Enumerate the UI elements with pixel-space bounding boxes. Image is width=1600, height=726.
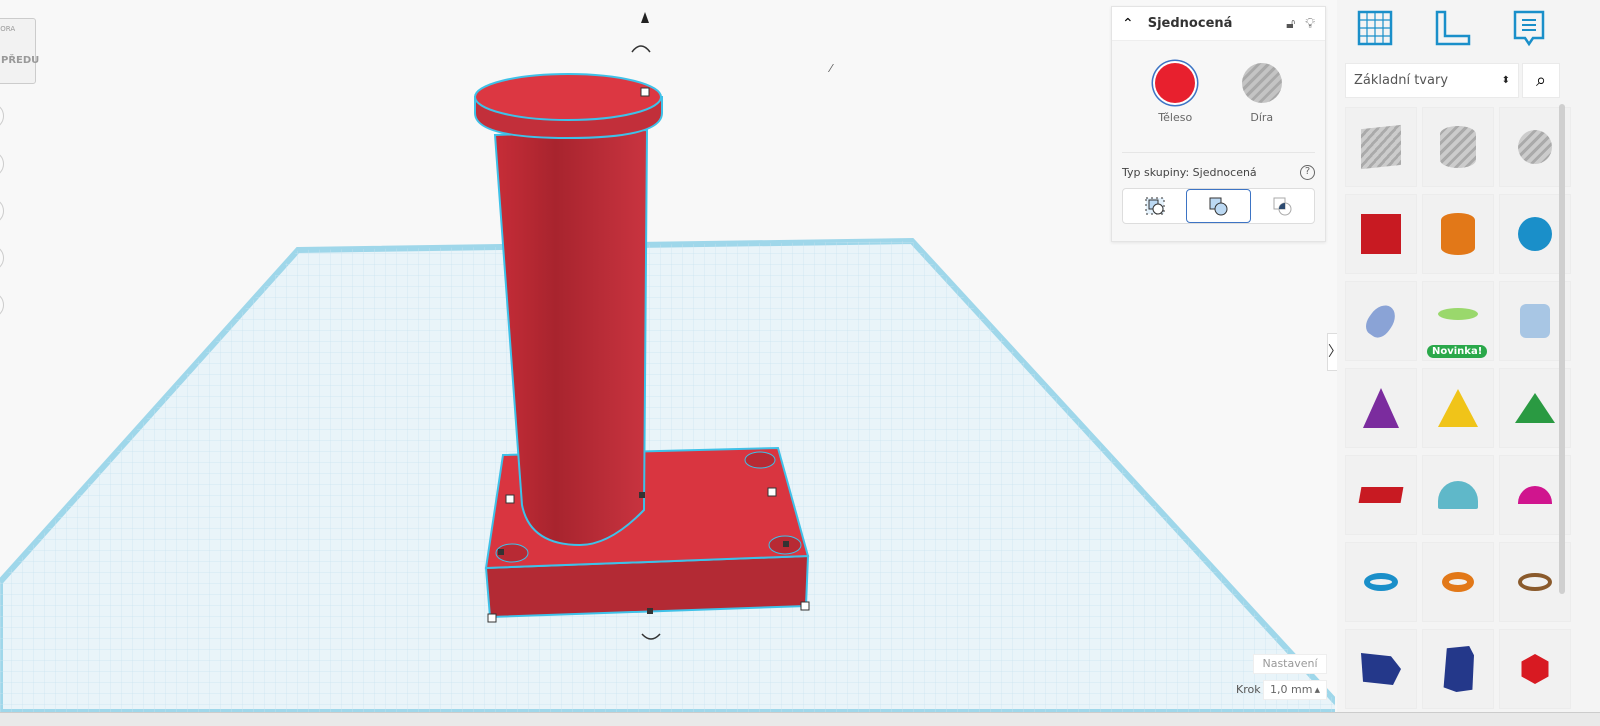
shape-new[interactable]: Novinka! bbox=[1422, 281, 1494, 361]
lock-icon[interactable]: 🔓︎ bbox=[1286, 16, 1295, 32]
new-badge: Novinka! bbox=[1427, 345, 1488, 358]
shape-grid: Novinka! bbox=[1345, 107, 1571, 709]
shape-text[interactable] bbox=[1345, 455, 1417, 535]
shape-torus[interactable] bbox=[1345, 542, 1417, 622]
search-icon: ⌕ bbox=[1535, 70, 1547, 91]
group-union-icon bbox=[1209, 197, 1227, 216]
bottom-bar bbox=[0, 712, 1600, 726]
lightbulb-icon[interactable]: 💡︎ bbox=[1305, 16, 1315, 32]
lift-arrow-icon[interactable] bbox=[641, 12, 649, 23]
shape-icosahedron[interactable] bbox=[1499, 629, 1571, 709]
shape-prism[interactable] bbox=[1422, 629, 1494, 709]
group-type-label: Typ skupiny: Sjednocená bbox=[1122, 166, 1257, 179]
rotate-handle-icon[interactable] bbox=[631, 45, 651, 53]
shape-cone[interactable] bbox=[1345, 368, 1417, 448]
shape-scribble[interactable] bbox=[1345, 281, 1417, 361]
group-intersect-icon bbox=[1273, 197, 1291, 216]
panel-scrollbar[interactable] bbox=[1559, 104, 1565, 594]
caret-up-icon: ▲ bbox=[1314, 686, 1320, 694]
shape-cylinder[interactable] bbox=[1422, 194, 1494, 274]
view-cube-top: HORA bbox=[0, 25, 16, 33]
help-icon[interactable]: ? bbox=[1300, 165, 1315, 180]
group-separate-icon bbox=[1145, 197, 1164, 215]
ruler-icon[interactable] bbox=[1433, 8, 1473, 48]
shape-polygon[interactable] bbox=[1345, 629, 1417, 709]
snap-grid-label: Krok bbox=[1236, 683, 1261, 696]
sort-arrows-icon: ⬍ bbox=[1501, 75, 1510, 86]
group-type-intersect-button[interactable] bbox=[1251, 189, 1314, 223]
hole-label: Díra bbox=[1250, 111, 1274, 124]
collapse-chevron-icon[interactable]: ⌃ bbox=[1122, 16, 1134, 32]
group-type-union-button[interactable] bbox=[1186, 189, 1251, 223]
notes-icon[interactable] bbox=[1509, 8, 1549, 48]
shape-cylinder-hole[interactable] bbox=[1422, 107, 1494, 187]
hole-swatch bbox=[1241, 63, 1282, 103]
hole-button[interactable]: Díra bbox=[1241, 63, 1282, 124]
shape-tube[interactable] bbox=[1422, 542, 1494, 622]
search-button[interactable]: ⌕ bbox=[1522, 63, 1560, 98]
group-type-separate-button[interactable] bbox=[1123, 189, 1186, 223]
shape-inspector: ⌃ Sjednocená 🔓︎ 💡︎ Těleso Díra Typ skupi… bbox=[1111, 6, 1326, 242]
inspector-title: Sjednocená bbox=[1147, 16, 1233, 31]
shape-half-cylinder[interactable] bbox=[1422, 455, 1494, 535]
cursor-icon: ⁄ bbox=[827, 62, 834, 75]
shape-box-hole[interactable] bbox=[1345, 107, 1417, 187]
solid-label: Těleso bbox=[1158, 111, 1193, 124]
solid-swatch bbox=[1155, 63, 1196, 103]
shape-category-value: Základní tvary bbox=[1354, 73, 1449, 88]
snap-grid-select[interactable]: 1,0 mm ▲ bbox=[1263, 680, 1327, 700]
shape-box[interactable] bbox=[1345, 194, 1417, 274]
view-cube-front: PŘEDU bbox=[1, 55, 40, 66]
workplane-grid-icon[interactable] bbox=[1355, 8, 1395, 48]
solid-button[interactable]: Těleso bbox=[1155, 63, 1196, 124]
view-cube[interactable]: HORA PŘEDU bbox=[0, 18, 40, 84]
shape-pyramid[interactable] bbox=[1422, 368, 1494, 448]
settings-button[interactable]: Nastavení bbox=[1253, 654, 1327, 674]
shape-category-select[interactable]: Základní tvary ⬍ bbox=[1345, 63, 1519, 98]
snap-grid-value: 1,0 mm bbox=[1270, 683, 1313, 696]
